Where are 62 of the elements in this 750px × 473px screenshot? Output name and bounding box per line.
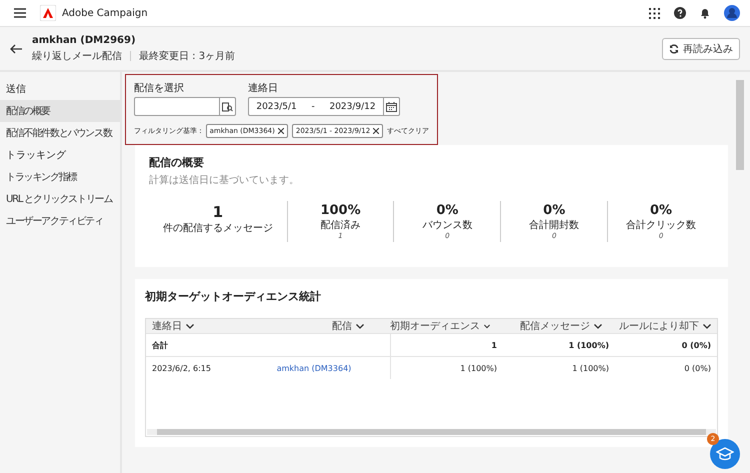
card-title: 配信の概要: [149, 155, 205, 170]
back-arrow-icon[interactable]: [10, 44, 22, 54]
kpi-value: 1: [212, 203, 224, 221]
chevron-down-icon: [703, 324, 711, 328]
sidebar-item[interactable]: 配信不能件数とバウンス数: [0, 122, 120, 144]
table-cell-text: 2023/6/2, 6:15: [151, 364, 212, 372]
delivery-link[interactable]: amkhan (DM3364): [276, 364, 352, 372]
kpi-value: 0%: [543, 203, 566, 218]
table-cell-text: 合計: [151, 340, 169, 350]
browse-icon[interactable]: [222, 102, 233, 112]
avatar-icon[interactable]: [724, 5, 740, 21]
field-label: 連絡日: [248, 82, 279, 95]
column-header[interactable]: 配信: [238, 319, 384, 333]
table-cell-text: 0 (0%): [680, 340, 712, 350]
sidebar-item[interactable]: URL とクリックストリーム: [0, 188, 120, 210]
delivery-type: 繰り返しメール配信: [32, 50, 122, 62]
chevron-down-icon: [594, 324, 602, 328]
table-cell-text: 1 (100%): [571, 364, 610, 372]
column-header[interactable]: 初期オーディエンス: [384, 319, 496, 333]
chevron-down-icon: [356, 324, 364, 328]
kpi-label: 合計開封数: [529, 218, 580, 232]
card-subtitle: 計算は送信日に基づいています。: [149, 174, 300, 187]
kpi-label: バウンス数: [422, 219, 472, 232]
chevron-down-icon: [484, 324, 490, 328]
table-cell-text: 1 (100%): [459, 364, 498, 372]
learn-button[interactable]: [710, 439, 740, 469]
reload-button[interactable]: 再読み込み: [662, 38, 740, 60]
table-cell-text: 0 (0%): [683, 364, 712, 372]
kpi-value: 100%: [320, 203, 361, 218]
kpi-label: 件の配信するメッセージ: [162, 222, 273, 235]
bell-icon[interactable]: [700, 7, 710, 19]
last-modified: 最終変更日 : 3ヶ月前: [139, 50, 236, 62]
graduation-cap-icon: [716, 447, 734, 461]
date-range-field[interactable]: 2023/5/1 - 2023/9/12: [248, 97, 400, 116]
delivery-field[interactable]: [134, 97, 236, 116]
column-header[interactable]: 連絡日: [146, 319, 238, 333]
refresh-icon: [669, 44, 679, 54]
app-name: Adobe Campaign: [62, 8, 148, 18]
sidebar-section: トラッキング: [0, 144, 120, 166]
sidebar-item[interactable]: ユーザーアクティビティ: [0, 210, 120, 232]
table-cell-text: 1 (100%): [568, 340, 610, 350]
kpi-label: 配信済み: [320, 218, 361, 232]
help-icon[interactable]: [674, 7, 686, 19]
calendar-icon[interactable]: [386, 102, 397, 112]
chevron-down-icon: [186, 324, 194, 328]
kpi-value: 0%: [436, 203, 458, 218]
table-cell-text: 1: [490, 340, 498, 350]
card-title: 初期ターゲットオーディエンス統計: [145, 289, 322, 304]
close-icon[interactable]: [373, 128, 380, 134]
sidebar-item[interactable]: 配信の概要: [0, 100, 120, 122]
field-label: 配信を選択: [134, 82, 185, 95]
menu-icon[interactable]: [14, 8, 26, 18]
logo-icon: [40, 5, 56, 21]
sidebar-section: 送信: [0, 78, 120, 100]
kpi-value: 0%: [650, 203, 672, 218]
close-icon[interactable]: [278, 128, 284, 134]
apps-grid-icon[interactable]: [649, 8, 660, 18]
sidebar-item[interactable]: トラッキング指標: [0, 166, 120, 188]
column-header[interactable]: 配信メッセージ: [496, 319, 608, 333]
kpi-label: 合計クリック数: [626, 218, 696, 232]
page-title: amkhan (DM2969): [32, 34, 137, 46]
column-header[interactable]: ルールにより却下: [608, 319, 717, 333]
